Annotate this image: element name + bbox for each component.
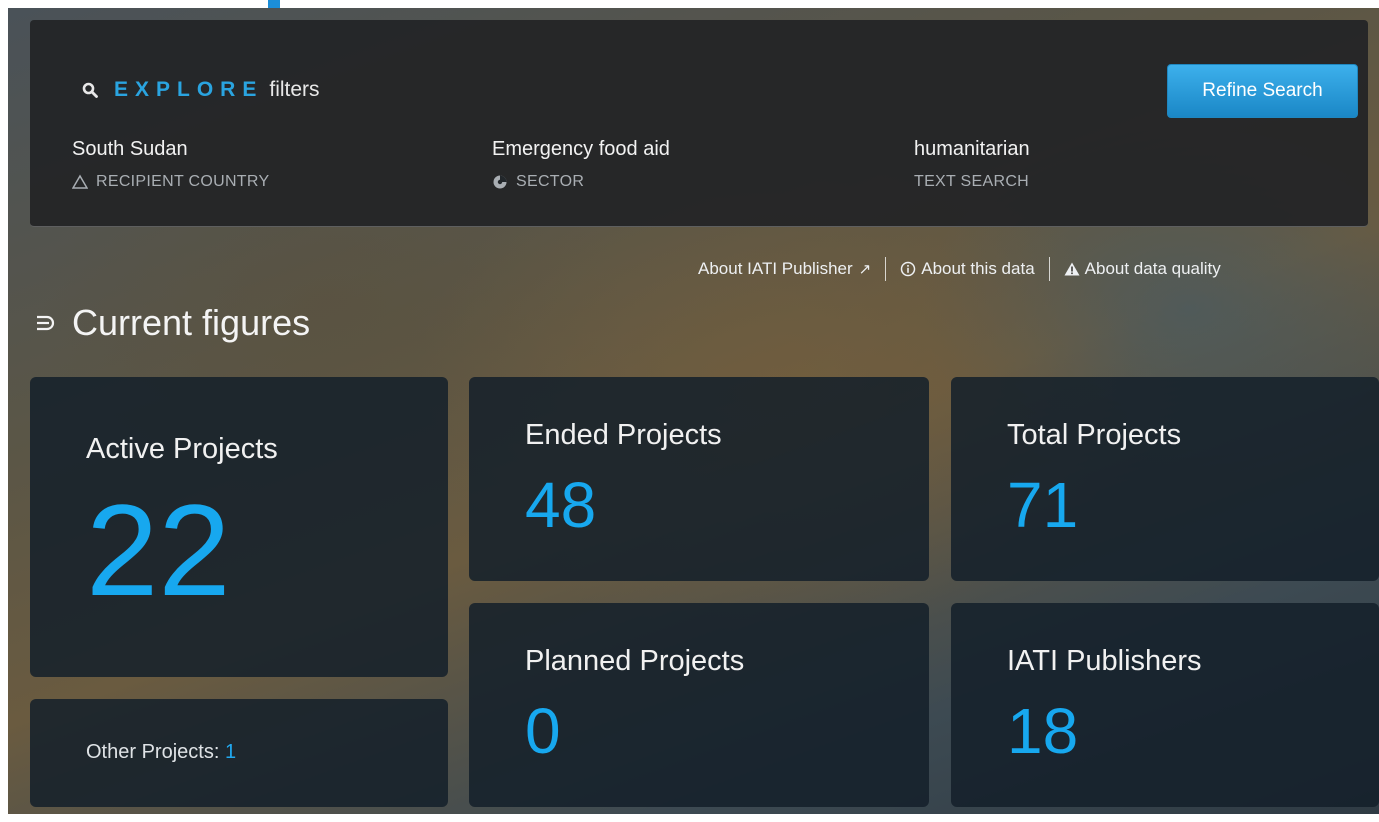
- explore-filters-panel: EXPLORE filters Refine Search South Suda…: [30, 20, 1368, 227]
- info-links: About IATI Publisher ↗ About this data A…: [698, 257, 1221, 281]
- refine-search-button[interactable]: Refine Search: [1167, 64, 1358, 118]
- card-label: Total Projects: [1007, 419, 1182, 451]
- filter-type: SECTOR: [492, 173, 670, 191]
- explore-label: EXPLORE: [114, 78, 264, 101]
- divider: [1048, 257, 1050, 281]
- divider: [885, 257, 887, 281]
- external-link-icon: ↗: [858, 261, 872, 278]
- about-iati-publisher-link[interactable]: About IATI Publisher ↗: [698, 259, 871, 279]
- iati-publishers-card[interactable]: IATI Publishers 18: [951, 603, 1379, 807]
- top-bar-accent: [268, 0, 280, 8]
- card-label: Active Projects: [86, 433, 278, 465]
- other-projects-text: Other Projects: 1: [86, 741, 236, 764]
- active-projects-card[interactable]: Active Projects 22: [30, 377, 448, 677]
- page-title-text: Current figures: [72, 302, 311, 343]
- about-this-data-label: About this data: [921, 259, 1035, 278]
- explore-filters-title: EXPLORE filters: [82, 78, 320, 102]
- about-this-data-link[interactable]: About this data: [900, 259, 1035, 279]
- ended-projects-card[interactable]: Ended Projects 48: [469, 377, 929, 581]
- about-data-quality-label: About data quality: [1084, 259, 1221, 278]
- filter-value: South Sudan: [72, 138, 188, 160]
- filter-value: humanitarian: [914, 138, 1030, 160]
- other-projects-label: Other Projects:: [86, 741, 220, 763]
- list-arrow-icon: [37, 315, 55, 331]
- dashboard-background: EXPLORE filters Refine Search South Suda…: [8, 8, 1379, 814]
- filter-type-label: RECIPIENT COUNTRY: [96, 173, 270, 190]
- page-title: Current figures: [34, 302, 310, 344]
- filter-sector[interactable]: Emergency food aid SECTOR: [492, 138, 670, 191]
- filter-text-search[interactable]: humanitarian TEXT SEARCH: [914, 138, 1030, 191]
- filter-type-label: TEXT SEARCH: [914, 173, 1030, 190]
- about-iati-publisher-label: About IATI Publisher: [698, 259, 853, 278]
- card-value: 71: [1007, 469, 1079, 541]
- filter-type-label: SECTOR: [516, 173, 585, 190]
- card-label: IATI Publishers: [1007, 645, 1202, 677]
- filter-type: TEXT SEARCH: [914, 173, 1030, 191]
- top-bar: [0, 0, 1379, 8]
- warning-icon: [1064, 262, 1080, 276]
- total-projects-card[interactable]: Total Projects 71: [951, 377, 1379, 581]
- filter-type: RECIPIENT COUNTRY: [72, 173, 269, 191]
- other-projects-value[interactable]: 1: [225, 741, 236, 763]
- pie-chart-icon: [493, 175, 507, 189]
- search-icon: [82, 82, 98, 98]
- card-label: Planned Projects: [525, 645, 745, 677]
- card-value: 0: [525, 695, 561, 767]
- card-label: Ended Projects: [525, 419, 722, 451]
- other-projects-card[interactable]: Other Projects: 1: [30, 699, 448, 807]
- card-value: 48: [525, 469, 597, 541]
- filter-recipient-country[interactable]: South Sudan RECIPIENT COUNTRY: [72, 138, 269, 191]
- info-icon: [900, 261, 916, 277]
- card-value: 18: [1007, 695, 1079, 767]
- about-data-quality-link[interactable]: About data quality: [1064, 259, 1221, 279]
- filters-label: filters: [269, 78, 320, 101]
- card-value: 22: [86, 477, 231, 623]
- filter-value: Emergency food aid: [492, 138, 670, 160]
- planned-projects-card[interactable]: Planned Projects 0: [469, 603, 929, 807]
- triangle-icon: [72, 174, 88, 189]
